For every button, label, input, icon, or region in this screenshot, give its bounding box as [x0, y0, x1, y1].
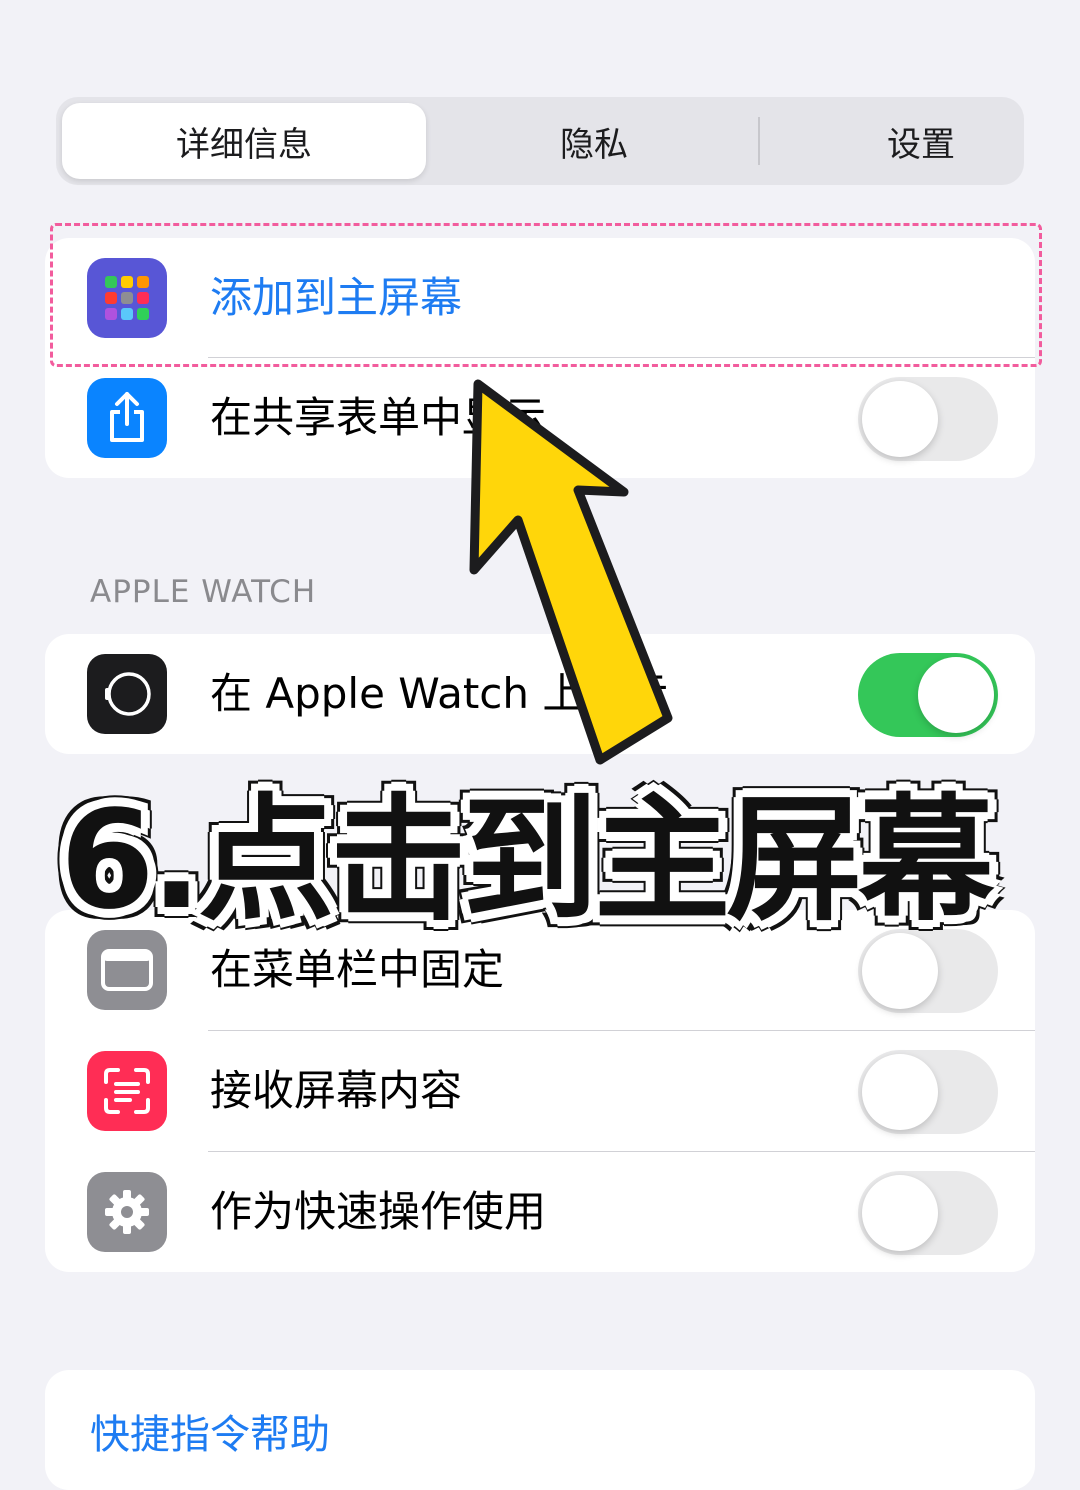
- pointer-arrow: [469, 379, 673, 765]
- tutorial-caption: 6.点击到主屏幕: [60, 782, 994, 940]
